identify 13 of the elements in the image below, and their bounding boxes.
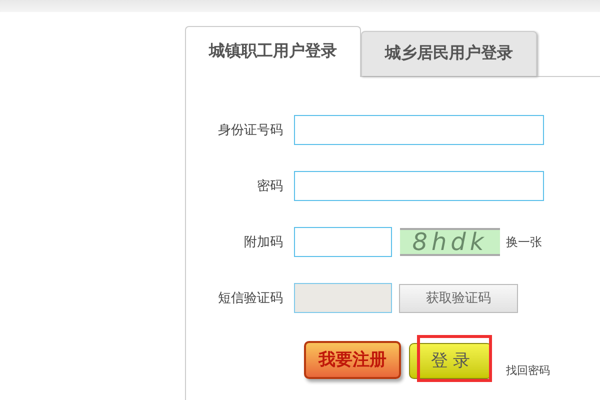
forgot-password-link[interactable]: 找回密码 bbox=[506, 362, 550, 379]
tab[interactable]: 城镇职工用户登录 bbox=[185, 26, 361, 77]
input-field[interactable] bbox=[294, 171, 544, 201]
input-field[interactable] bbox=[294, 227, 392, 257]
field-label: 身份证号码 bbox=[217, 121, 284, 140]
field-label: 短信验证码 bbox=[217, 289, 284, 308]
input-field[interactable] bbox=[294, 115, 544, 145]
tab[interactable]: 城乡居民用户登录 bbox=[361, 31, 537, 76]
field-label: 密码 bbox=[256, 177, 284, 196]
field-label: 附加码 bbox=[243, 233, 284, 252]
captcha-image: 8hdk bbox=[400, 228, 500, 256]
login-button[interactable]: 登 录 bbox=[409, 343, 492, 379]
refresh-link[interactable]: 换一张 bbox=[506, 233, 542, 251]
